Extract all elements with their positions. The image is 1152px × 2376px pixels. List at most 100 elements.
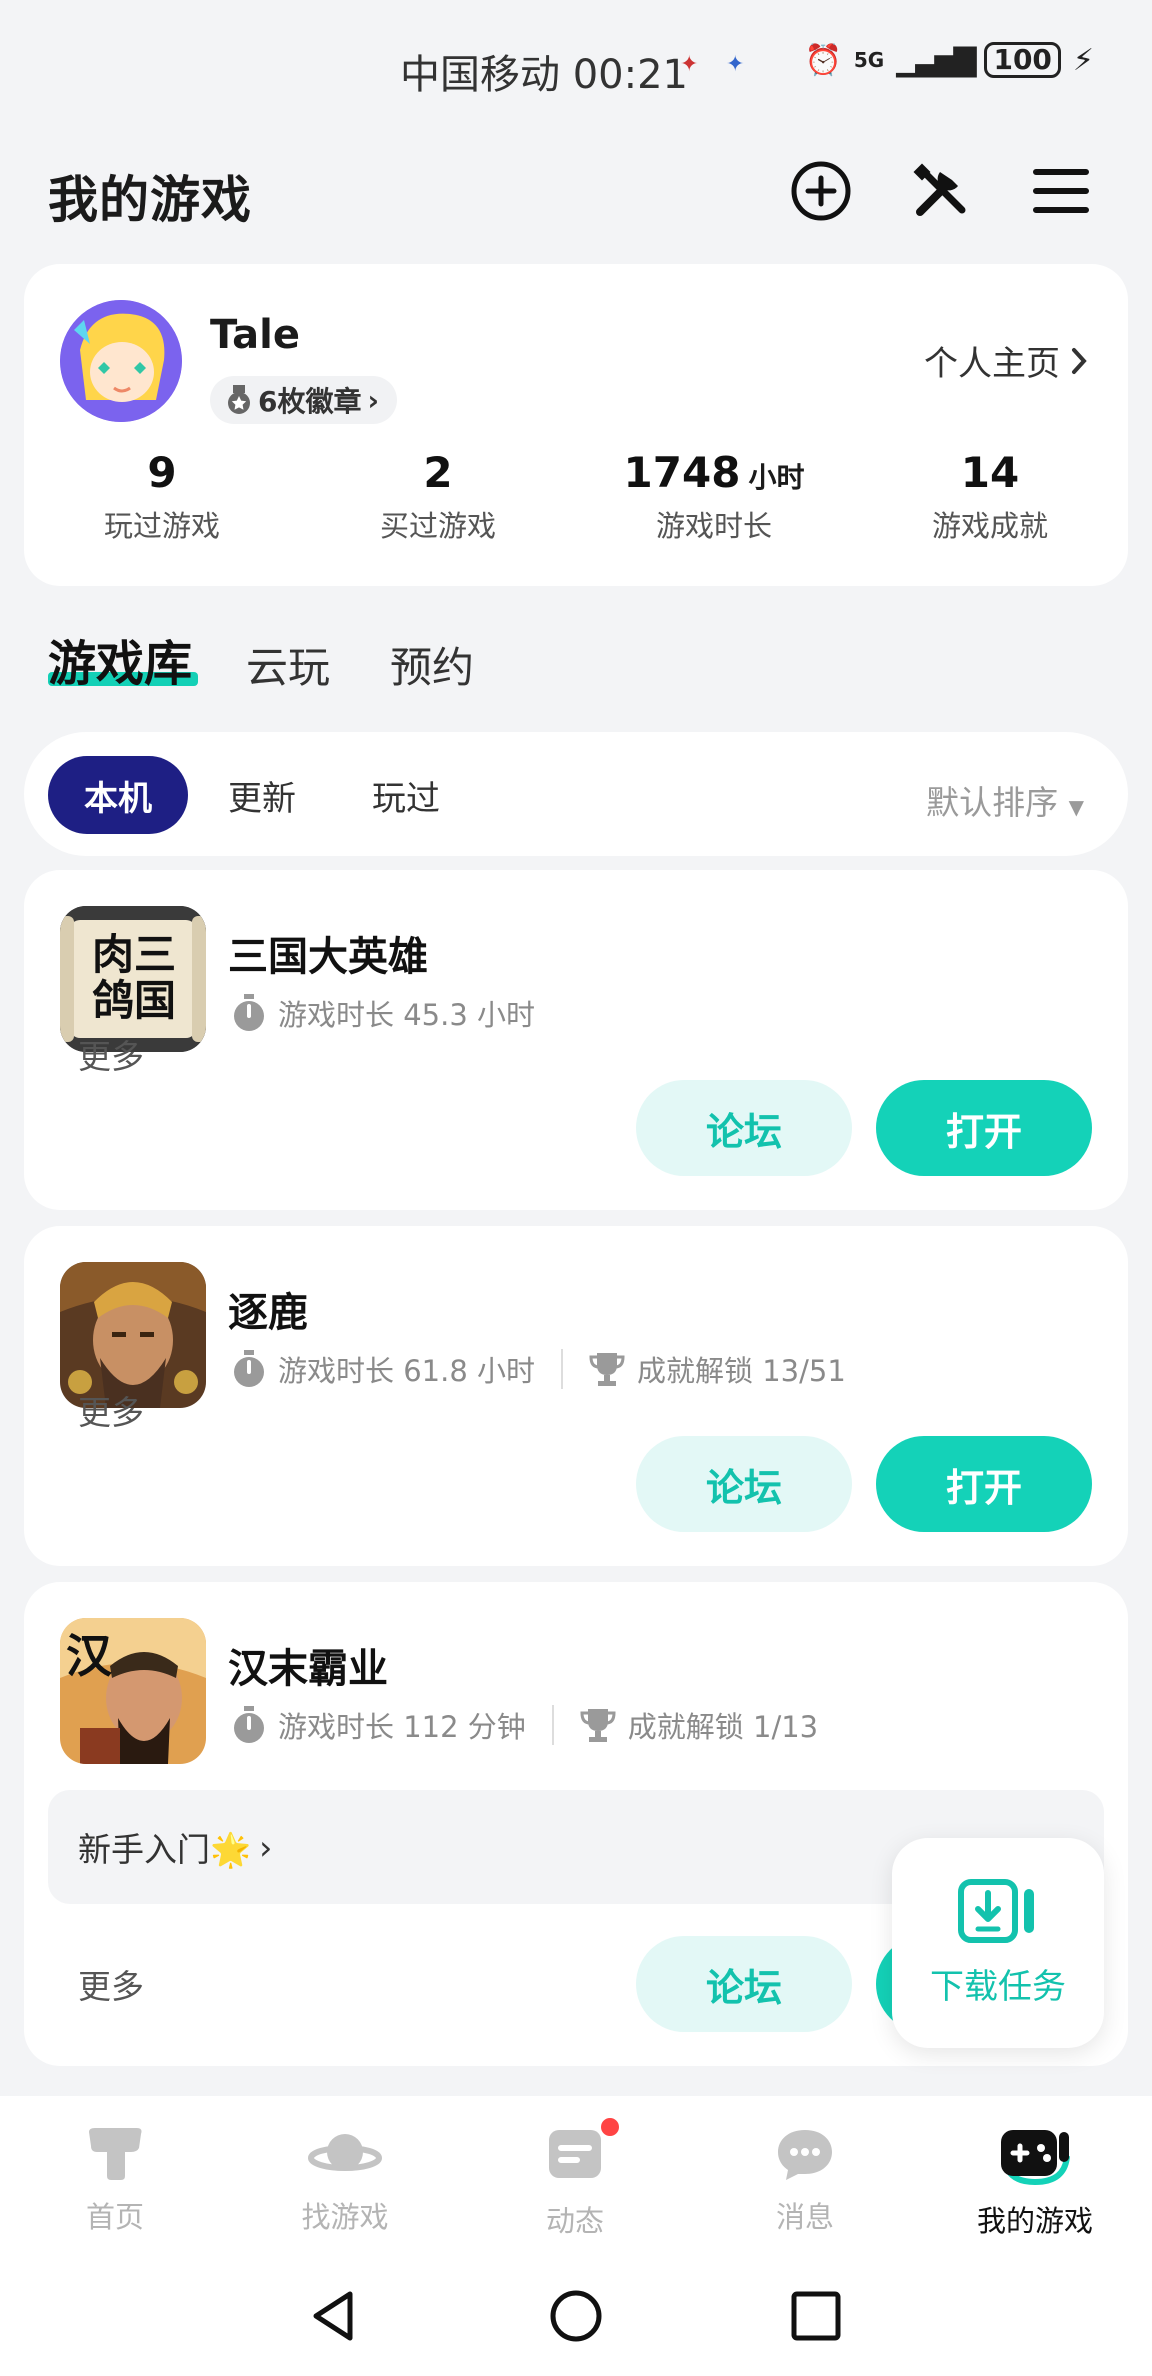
filter-chip-updates[interactable]: 更新 [192, 756, 332, 834]
badges-button[interactable]: 6枚徽章 › [210, 376, 398, 424]
forum-button[interactable]: 论坛 [636, 1080, 852, 1176]
stat-bought[interactable]: 2 买过游戏 [300, 448, 576, 545]
game-icon-text: 汉 [66, 1629, 112, 1683]
more-button[interactable]: 更多 [78, 1960, 144, 2008]
signal-icon: ▁▃▅▇ [896, 42, 976, 78]
achievement-text: 成就解锁 13/51 [637, 1354, 846, 1388]
game-title: 逐鹿 [228, 1290, 308, 1336]
gamepad-icon [1001, 2130, 1070, 2186]
playtime-text: 游戏时长 112 分钟 [278, 1710, 526, 1744]
forum-button[interactable]: 论坛 [636, 1436, 852, 1532]
stat-achievements[interactable]: 14 游戏成就 [852, 448, 1128, 545]
nav-item-feed[interactable]: 动态 [460, 2116, 690, 2240]
chevron-right-icon [1072, 347, 1087, 374]
add-game-button[interactable] [788, 158, 854, 224]
sort-label: 默认排序 [926, 783, 1059, 822]
status-bar: 中国移动 00:21 ✦ ✦ ⏰ 5G ▁▃▅▇ 100 ⚡ [0, 0, 1152, 130]
open-button[interactable]: 打开 [876, 1080, 1092, 1176]
system-nav-bar [0, 2266, 1152, 2376]
caret-down-icon: ▼ [1068, 795, 1084, 819]
stat-value: 1748 [623, 448, 741, 497]
nav-item-my-games[interactable]: 我的游戏 [920, 2126, 1150, 2240]
alarm-icon: ⏰ [804, 42, 842, 78]
nav-label: 消息 [775, 2200, 834, 2234]
stopwatch-icon [234, 1350, 264, 1387]
playtime-text: 游戏时长 45.3 小时 [278, 998, 536, 1032]
menu-icon [1033, 169, 1089, 213]
stopwatch-icon [234, 994, 264, 1031]
trophy-icon [580, 1709, 616, 1742]
playtime-text: 游戏时长 61.8 小时 [278, 1354, 536, 1388]
notification-icon: ✦ [726, 52, 745, 77]
profile-homepage-link[interactable]: 个人主页 [924, 336, 1088, 385]
tab-reservations[interactable]: 预约 [390, 634, 474, 695]
profile-card: Tale 6枚徽章 › 个人主页 9 玩过游戏 2 买过游戏 1748 小时 游戏… [24, 264, 1128, 586]
tab-game-library[interactable]: 游戏库 [48, 624, 192, 694]
stat-label: 游戏时长 [655, 509, 772, 543]
meta-divider [561, 1349, 564, 1389]
game-icon-text: 肉三鸽国 [91, 930, 176, 1025]
message-icon [778, 2130, 832, 2180]
stat-unit: 小时 [748, 461, 805, 494]
notification-dot [599, 2116, 621, 2138]
nav-label: 找游戏 [301, 2200, 389, 2234]
filter-chip-played[interactable]: 玩过 [336, 756, 476, 834]
nav-item-find-games[interactable]: 找游戏 [230, 2126, 460, 2236]
status-icons: ⏰ 5G ▁▃▅▇ 100 ⚡ [804, 42, 1094, 78]
stat-value: 14 [960, 448, 1020, 497]
game-icon: 汉 [60, 1618, 206, 1764]
download-icon [958, 1878, 1034, 1943]
tab-cloud-play[interactable]: 云玩 [246, 634, 330, 695]
stat-label: 买过游戏 [379, 509, 496, 543]
nav-label: 动态 [545, 2204, 604, 2238]
stat-value: 9 [147, 448, 177, 497]
trophy-icon [589, 1353, 625, 1386]
profile-homepage-label: 个人主页 [924, 344, 1060, 384]
home-circle-icon[interactable] [548, 2288, 604, 2344]
charging-icon: ⚡ [1072, 42, 1094, 78]
filter-bar: 本机 更新 玩过 默认排序 ▼ [24, 732, 1128, 856]
nav-item-messages[interactable]: 消息 [690, 2126, 920, 2236]
feed-icon [549, 2130, 601, 2178]
stat-label: 游戏成就 [931, 509, 1048, 543]
recents-icon[interactable] [788, 2288, 844, 2344]
back-icon[interactable] [306, 2288, 362, 2344]
battery-indicator: 100 [984, 42, 1061, 78]
game-meta: 游戏时长 45.3 小时 [232, 992, 535, 1034]
stat-played[interactable]: 9 玩过游戏 [24, 448, 300, 545]
more-button[interactable]: 更多 [78, 1386, 144, 1434]
nav-item-home[interactable]: 首页 [0, 2126, 230, 2236]
notification-icon: ✦ [680, 52, 699, 77]
chevron-right-icon: › [367, 383, 380, 417]
download-tasks-label: 下载任务 [930, 1966, 1066, 2007]
page-title: 我的游戏 [48, 171, 252, 229]
bottom-nav: 首页 找游戏 动态 消息 我的游戏 [0, 2096, 1152, 2266]
plus-circle-icon [791, 161, 851, 221]
chevron-right-icon: › [259, 1827, 273, 1867]
tools-button[interactable] [908, 158, 974, 224]
menu-button[interactable] [1028, 158, 1094, 224]
planet-icon [308, 2134, 382, 2171]
game-meta: 游戏时长 112 分钟 成就解锁 1/13 [232, 1704, 818, 1746]
tools-icon [913, 163, 966, 216]
avatar-image [60, 300, 182, 422]
open-button[interactable]: 打开 [876, 1436, 1092, 1532]
forum-button[interactable]: 论坛 [636, 1936, 852, 2032]
network-label: 5G [853, 48, 885, 72]
meta-divider [551, 1705, 554, 1745]
filter-chip-local[interactable]: 本机 [48, 756, 188, 834]
sort-dropdown[interactable]: 默认排序 ▼ [926, 776, 1084, 824]
stat-label: 玩过游戏 [103, 509, 220, 543]
game-card[interactable]: 肉三鸽国 三国大英雄 游戏时长 45.3 小时 更多 论坛 打开 [24, 870, 1128, 1210]
game-card[interactable]: 逐鹿 游戏时长 61.8 小时 成就解锁 13/51 更多 论坛 打开 [24, 1226, 1128, 1566]
badges-label: 6枚徽章 [258, 385, 362, 418]
more-button[interactable]: 更多 [78, 1030, 144, 1078]
stat-playtime[interactable]: 1748 小时 游戏时长 [576, 448, 852, 545]
medal-icon [228, 385, 250, 414]
download-tasks-button[interactable]: 下载任务 [892, 1838, 1104, 2048]
username: Tale [210, 312, 300, 358]
guide-label: 新手入门🌟 [78, 1830, 252, 1869]
avatar[interactable] [60, 300, 182, 422]
game-title: 三国大英雄 [228, 934, 428, 980]
status-carrier-time: 中国移动 00:21 [400, 52, 688, 98]
